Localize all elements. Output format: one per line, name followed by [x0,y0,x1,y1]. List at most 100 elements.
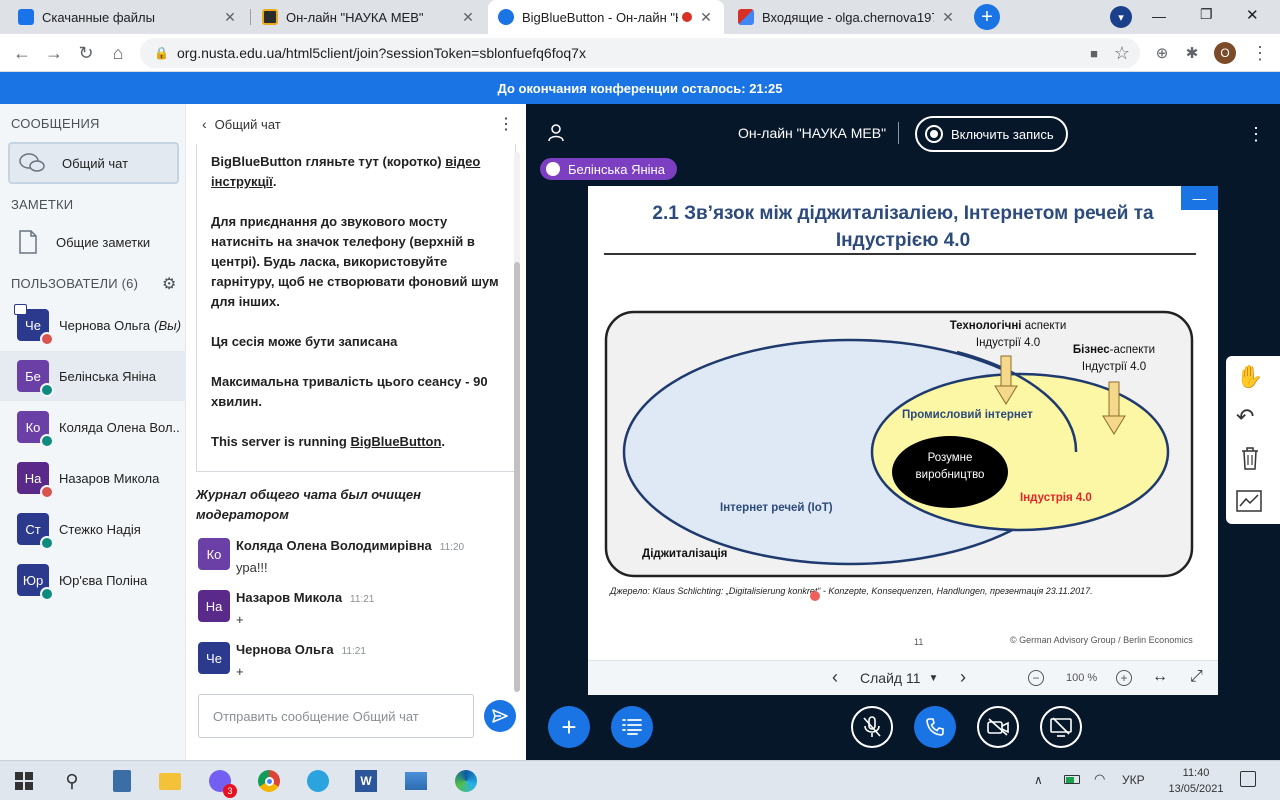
settings-gear-icon[interactable]: ⚙ [162,274,176,294]
clock[interactable]: 11:40 13/05/2021 [1164,765,1228,797]
browser-tab-mail[interactable]: Входящие - olga.chernova1974@ ✕ [728,0,966,34]
show-hidden-icons[interactable]: ∧ [1034,773,1043,787]
telegram-icon[interactable] [304,767,332,795]
message-time: 11:20 [439,542,465,553]
user-name-text: Белінська Яніна [59,368,156,384]
edge-icon[interactable] [452,767,480,795]
presenter-name: Белінська Яніна [568,161,665,177]
trash-icon[interactable] [1240,446,1260,470]
user-list-item[interactable]: Че Чернова Ольга (Вы) [0,300,186,350]
close-icon[interactable]: ✕ [940,9,956,26]
avatar-initials: Ст [25,521,41,537]
minimize-presentation-button[interactable]: — [1181,186,1218,210]
lock-icon: 🔒 [154,46,169,60]
headphones-icon [40,587,54,601]
close-icon[interactable]: ✕ [460,9,476,26]
smart-line2: виробництво [915,469,985,481]
user-list-item[interactable]: Юр Юр'єва Поліна [0,555,186,605]
chrome-icon[interactable] [255,767,283,795]
bigbluebutton-link[interactable]: BigBlueButton [350,434,441,449]
next-slide-icon[interactable]: › [960,667,966,688]
home-icon[interactable]: ⌂ [106,41,130,65]
whiteboard-multiuser-icon[interactable] [1236,490,1262,512]
public-chat-label: Общий чат [62,155,129,171]
screen-share-off-icon [1050,717,1072,737]
phone-audio-button[interactable] [914,706,956,748]
user-list-item[interactable]: Ко Коляда Олена Вол... [0,402,186,452]
new-tab-button[interactable]: + [974,4,1000,30]
browser-tab-nauka[interactable]: Он-лайн "НАУКА МЕВ" ✕ [252,0,486,34]
restore-icon[interactable]: ❐ [1200,6,1213,23]
photos-icon[interactable] [402,767,430,795]
presenter-screen-icon [14,304,27,315]
network-icon[interactable]: ◠ [1094,771,1105,787]
fullscreen-icon[interactable]: ⤢ [1190,668,1203,686]
calculator-icon[interactable] [108,767,136,795]
tab-search-icon[interactable]: ▾ [1110,6,1132,28]
chat-options-icon[interactable]: ⋮ [498,114,514,134]
fit-width-icon[interactable]: ↔ [1152,668,1168,686]
minimize-icon[interactable]: — [1152,8,1166,24]
browser-tab-bigbluebutton[interactable]: BigBlueButton - Он-лайн "Н ✕ [488,0,724,34]
close-icon[interactable]: ✕ [698,9,714,26]
close-icon[interactable]: ✕ [222,9,238,26]
bookmark-star-icon[interactable]: ☆ [1110,41,1134,65]
language-indicator[interactable]: УКР [1122,773,1145,787]
share-screen-button[interactable] [1040,706,1082,748]
zoom-in-icon[interactable]: + [1116,670,1132,686]
zoom-out-icon[interactable]: − [1028,670,1044,686]
slide-selector[interactable]: Слайд 11 ▼ [860,670,938,686]
battery-icon[interactable] [1064,775,1080,784]
public-chat-item[interactable]: Общий чат [8,142,179,184]
mute-microphone-button[interactable] [851,706,893,748]
record-button[interactable]: Включить запись [915,116,1068,152]
welcome-duration-text: Максимальна тривалість цього сеансу - 90… [211,374,488,409]
user-list-item[interactable]: На Назаров Микола [0,453,186,503]
chat-message: Че Чернова Ольга 11:21 + [198,642,508,686]
back-icon[interactable]: ← [10,41,34,65]
avatar-initials: Бе [25,368,41,384]
share-webcam-button[interactable] [977,706,1019,748]
user-list-item[interactable]: Ст Стежко Надія [0,504,186,554]
chat-message-input[interactable]: Отправить сообщение Общий чат [198,694,474,738]
user-list-item[interactable]: Бе Белінська Яніна [0,351,186,401]
welcome-text: This server is running [211,434,351,449]
translate-icon[interactable]: ⊕ [1150,41,1174,65]
hand-pan-icon[interactable]: ✋ [1236,364,1263,390]
record-icon [925,125,943,143]
shared-notes-item[interactable]: Общие заметки [8,220,179,264]
options-menu-icon[interactable]: ⋮ [1247,124,1265,145]
previous-slide-icon[interactable]: ‹ [832,667,838,688]
address-bar[interactable]: 🔒 org.nusta.edu.ua/html5client/join?sess… [140,38,1140,68]
reload-icon[interactable]: ↻ [74,41,98,65]
word-icon[interactable]: W [352,767,380,795]
send-message-button[interactable] [484,700,516,732]
extensions-icon[interactable]: ✱ [1180,41,1204,65]
chat-header-back[interactable]: ‹ Общий чат [202,116,281,132]
file-explorer-icon[interactable] [156,767,184,795]
windows-start-icon[interactable] [10,767,38,795]
forward-icon[interactable]: → [42,41,66,65]
industry40-label: Індустрія 4.0 [1020,492,1092,504]
browser-tab-strip: Скачанные файлы ✕ Он-лайн "НАУКА МЕВ" ✕ … [0,0,1280,34]
search-icon[interactable]: ⚲ [58,767,86,795]
undo-icon[interactable]: ↶ [1236,404,1254,430]
browser-tab-downloads[interactable]: Скачанные файлы ✕ [8,0,248,34]
muted-microphone-icon [40,485,54,499]
avatar-initials: На [205,598,223,614]
notifications-icon[interactable] [1240,771,1256,787]
actions-plus-button[interactable]: + [548,706,590,748]
browser-menu-icon[interactable]: ⋮ [1248,41,1272,65]
user-icon[interactable] [548,124,564,142]
shared-notes-label: Общие заметки [56,234,151,250]
business-label-line2: Індустрії 4.0 [1081,361,1147,373]
close-window-icon[interactable]: ✕ [1246,6,1259,24]
polls-button[interactable] [611,706,653,748]
chat-scrollbar[interactable] [514,152,520,692]
camera-permission-icon[interactable]: ■ [1082,41,1106,65]
user-name: Назаров Микола [59,471,181,486]
browser-toolbar: ← → ↻ ⌂ 🔒 org.nusta.edu.ua/html5client/j… [0,34,1280,72]
user-name: Коляда Олена Вол... [59,420,181,435]
profile-avatar[interactable]: O [1214,42,1236,64]
viber-icon[interactable]: 3 [206,767,237,798]
